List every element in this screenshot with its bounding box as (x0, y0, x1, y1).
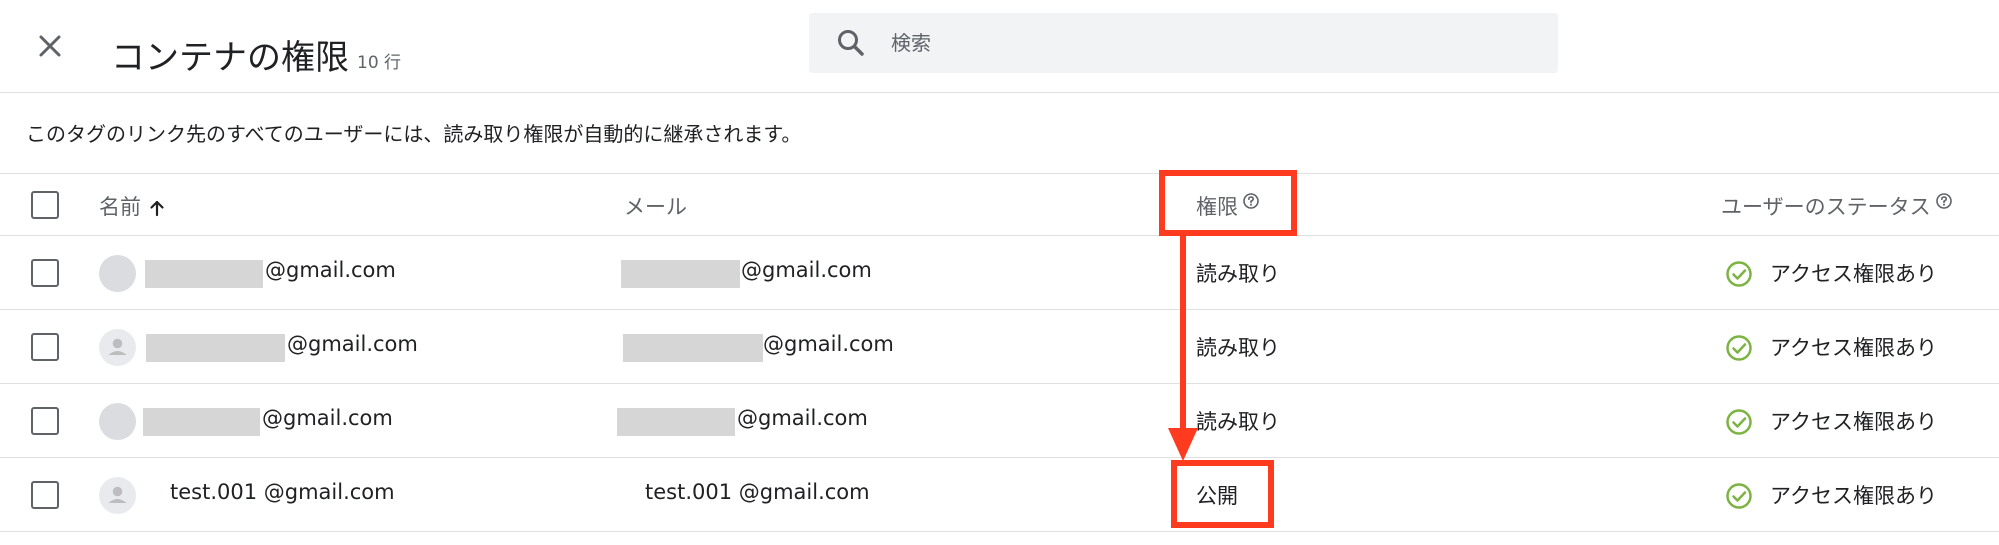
annotation-arrow-down-icon (1168, 236, 1198, 461)
